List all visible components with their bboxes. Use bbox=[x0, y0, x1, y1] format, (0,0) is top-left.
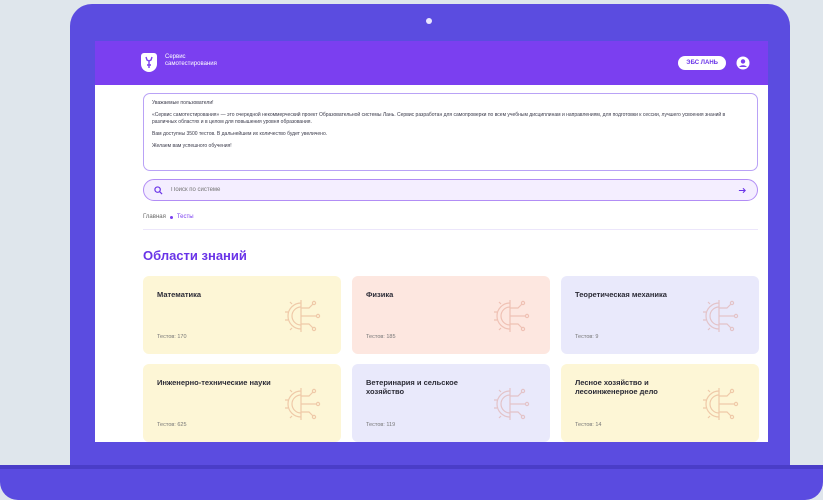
gear-circuit-icon bbox=[285, 388, 321, 420]
gear-circuit-icon bbox=[285, 300, 321, 332]
search-bar bbox=[143, 179, 758, 201]
card-title: Инженерно-технические науки bbox=[157, 378, 271, 387]
deer-logo-icon bbox=[145, 56, 153, 68]
logo-icon[interactable] bbox=[141, 53, 157, 72]
brand-name[interactable]: Сервис самотестирования bbox=[165, 54, 217, 68]
area-card-physics[interactable]: Физика Тестов: 185 bbox=[352, 276, 550, 354]
area-card-mathematics[interactable]: Математика Тестов: 170 bbox=[143, 276, 341, 354]
card-title: Лесное хозяйство и лесоинженерное дело bbox=[575, 378, 658, 396]
breadcrumb-current: Тесты bbox=[176, 214, 194, 220]
card-title: Математика bbox=[157, 290, 202, 299]
gear-circuit-icon bbox=[494, 388, 530, 420]
gear-circuit-icon bbox=[703, 300, 739, 332]
header-actions: ЭБС ЛАНЬ bbox=[678, 56, 750, 70]
breadcrumb-home[interactable]: Главная bbox=[143, 214, 166, 220]
app-viewport: Сервис самотестирования ЭБС ЛАНЬ Уважаем… bbox=[95, 41, 768, 442]
search-input[interactable] bbox=[171, 187, 738, 193]
card-test-count: Тестов: 170 bbox=[157, 334, 187, 340]
notice-paragraph-1: «Сервис самотестирования» — это очередно… bbox=[152, 112, 726, 125]
card-title: Физика bbox=[366, 290, 394, 299]
card-test-count: Тестов: 14 bbox=[575, 422, 602, 428]
ebs-lan-button[interactable]: ЭБС ЛАНЬ bbox=[678, 56, 726, 70]
brand-line-1: Сервис bbox=[165, 54, 186, 60]
gear-circuit-icon bbox=[494, 300, 530, 332]
card-test-count: Тестов: 185 bbox=[366, 334, 396, 340]
breadcrumb-divider bbox=[143, 229, 758, 230]
area-card-engineering-sciences[interactable]: Инженерно-технические науки Тестов: 625 bbox=[143, 364, 341, 442]
notice-greeting: Уважаемые пользователи! bbox=[152, 100, 214, 106]
area-card-forestry[interactable]: Лесное хозяйство и лесоинженерное дело Т… bbox=[561, 364, 759, 442]
brand-line-2: самотестирования bbox=[165, 61, 217, 67]
search-submit-arrow-icon[interactable] bbox=[738, 186, 747, 195]
card-title: Теоретическая механика bbox=[575, 290, 667, 299]
breadcrumb-separator bbox=[169, 215, 173, 219]
area-card-veterinary-agriculture[interactable]: Ветеринария и сельское хозяйство Тестов:… bbox=[352, 364, 550, 442]
card-title: Ветеринария и сельское хозяйство bbox=[366, 378, 458, 396]
breadcrumb: Главная Тесты bbox=[143, 214, 194, 220]
card-test-count: Тестов: 119 bbox=[366, 422, 396, 428]
card-test-count: Тестов: 9 bbox=[575, 334, 599, 340]
page-title: Области знаний bbox=[143, 248, 247, 263]
notice-paragraph-2: Вам доступны 3500 тестов. В дальнейшем и… bbox=[152, 131, 328, 137]
user-account-icon[interactable] bbox=[736, 56, 750, 70]
welcome-notice: Уважаемые пользователи! «Сервис самотест… bbox=[143, 93, 758, 171]
laptop-base-edge bbox=[0, 465, 823, 469]
search-icon[interactable] bbox=[154, 185, 163, 195]
notice-paragraph-3: Желаем вам успешного обучения! bbox=[152, 143, 232, 149]
app-header: Сервис самотестирования ЭБС ЛАНЬ bbox=[95, 41, 768, 85]
laptop-base bbox=[0, 465, 823, 500]
gear-circuit-icon bbox=[703, 388, 739, 420]
camera-dot bbox=[426, 18, 432, 24]
area-card-theoretical-mechanics[interactable]: Теоретическая механика Тестов: 9 bbox=[561, 276, 759, 354]
card-test-count: Тестов: 625 bbox=[157, 422, 187, 428]
